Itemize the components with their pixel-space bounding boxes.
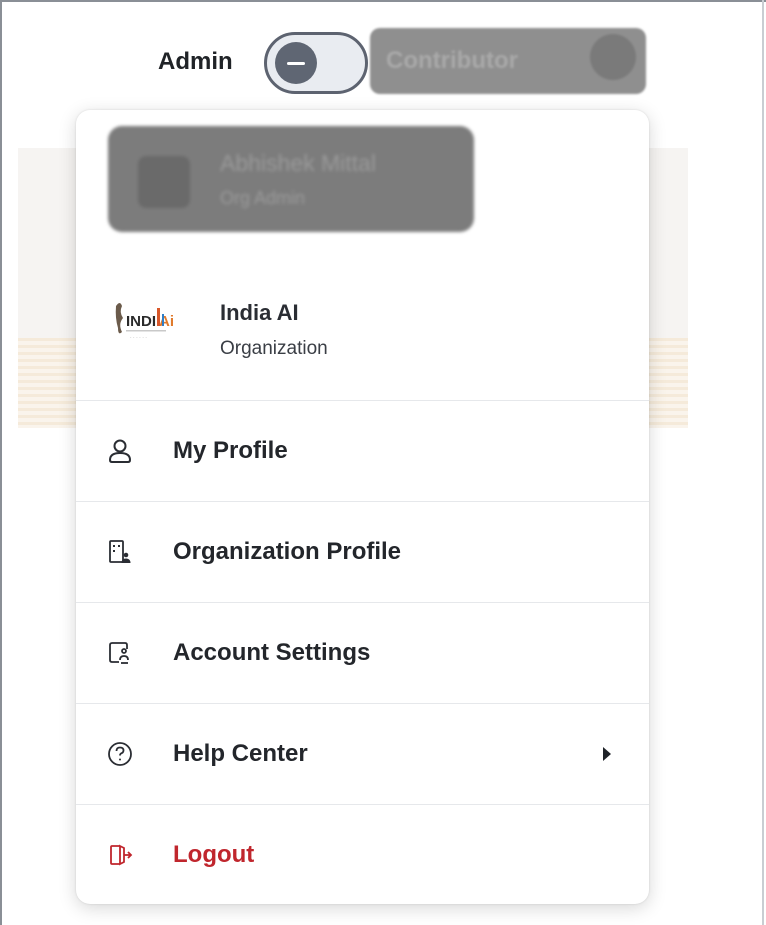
menu-item-organization-profile[interactable]: Organization Profile [76,502,649,602]
svg-text:Ai: Ai [159,313,174,330]
building-users-icon [106,538,134,566]
menu-item-help-center[interactable]: Help Center [76,704,649,804]
help-circle-icon [106,740,134,768]
role-admin-label: Admin [158,48,233,75]
menu-item-logout[interactable]: Logout [76,805,649,904]
role-contributor-label-redacted: Contributor [370,28,646,94]
menu-item-label: Account Settings [173,639,371,666]
account-settings-icon [106,639,134,667]
menu-item-my-profile[interactable]: My Profile [76,401,649,501]
menu-item-label: Organization Profile [173,538,402,565]
menu-item-label: My Profile [173,437,288,464]
profile-dropdown-menu: Abhishek Mittal Org Admin INDI Ai · · · … [76,110,649,904]
svg-text:INDI: INDI [126,313,156,330]
organization-type: Organization [220,338,328,359]
organization-name: India AI [220,300,299,325]
menu-item-account-settings[interactable]: Account Settings [76,603,649,703]
role-switch-header: Admin Contributor [0,0,766,100]
svg-text:· · · · · ·: · · · · · · [130,335,147,341]
avatar-redacted [590,34,636,80]
user-icon [106,437,134,465]
menu-item-label: Help Center [173,740,308,767]
chevron-right-icon [603,747,611,761]
role-toggle[interactable] [264,32,368,94]
toggle-knob [275,42,317,84]
organization-block[interactable]: INDI Ai · · · · · · India AI Organizatio… [76,270,649,400]
user-card-redacted: Abhishek Mittal Org Admin [108,126,474,232]
india-ai-logo: INDI Ai · · · · · · [110,292,180,354]
user-avatar [138,156,190,208]
logout-icon [106,841,134,869]
window-edge [762,0,764,925]
menu-item-label: Logout [173,841,255,868]
user-name: Abhishek Mittal [220,150,376,176]
user-role: Org Admin [220,188,306,208]
